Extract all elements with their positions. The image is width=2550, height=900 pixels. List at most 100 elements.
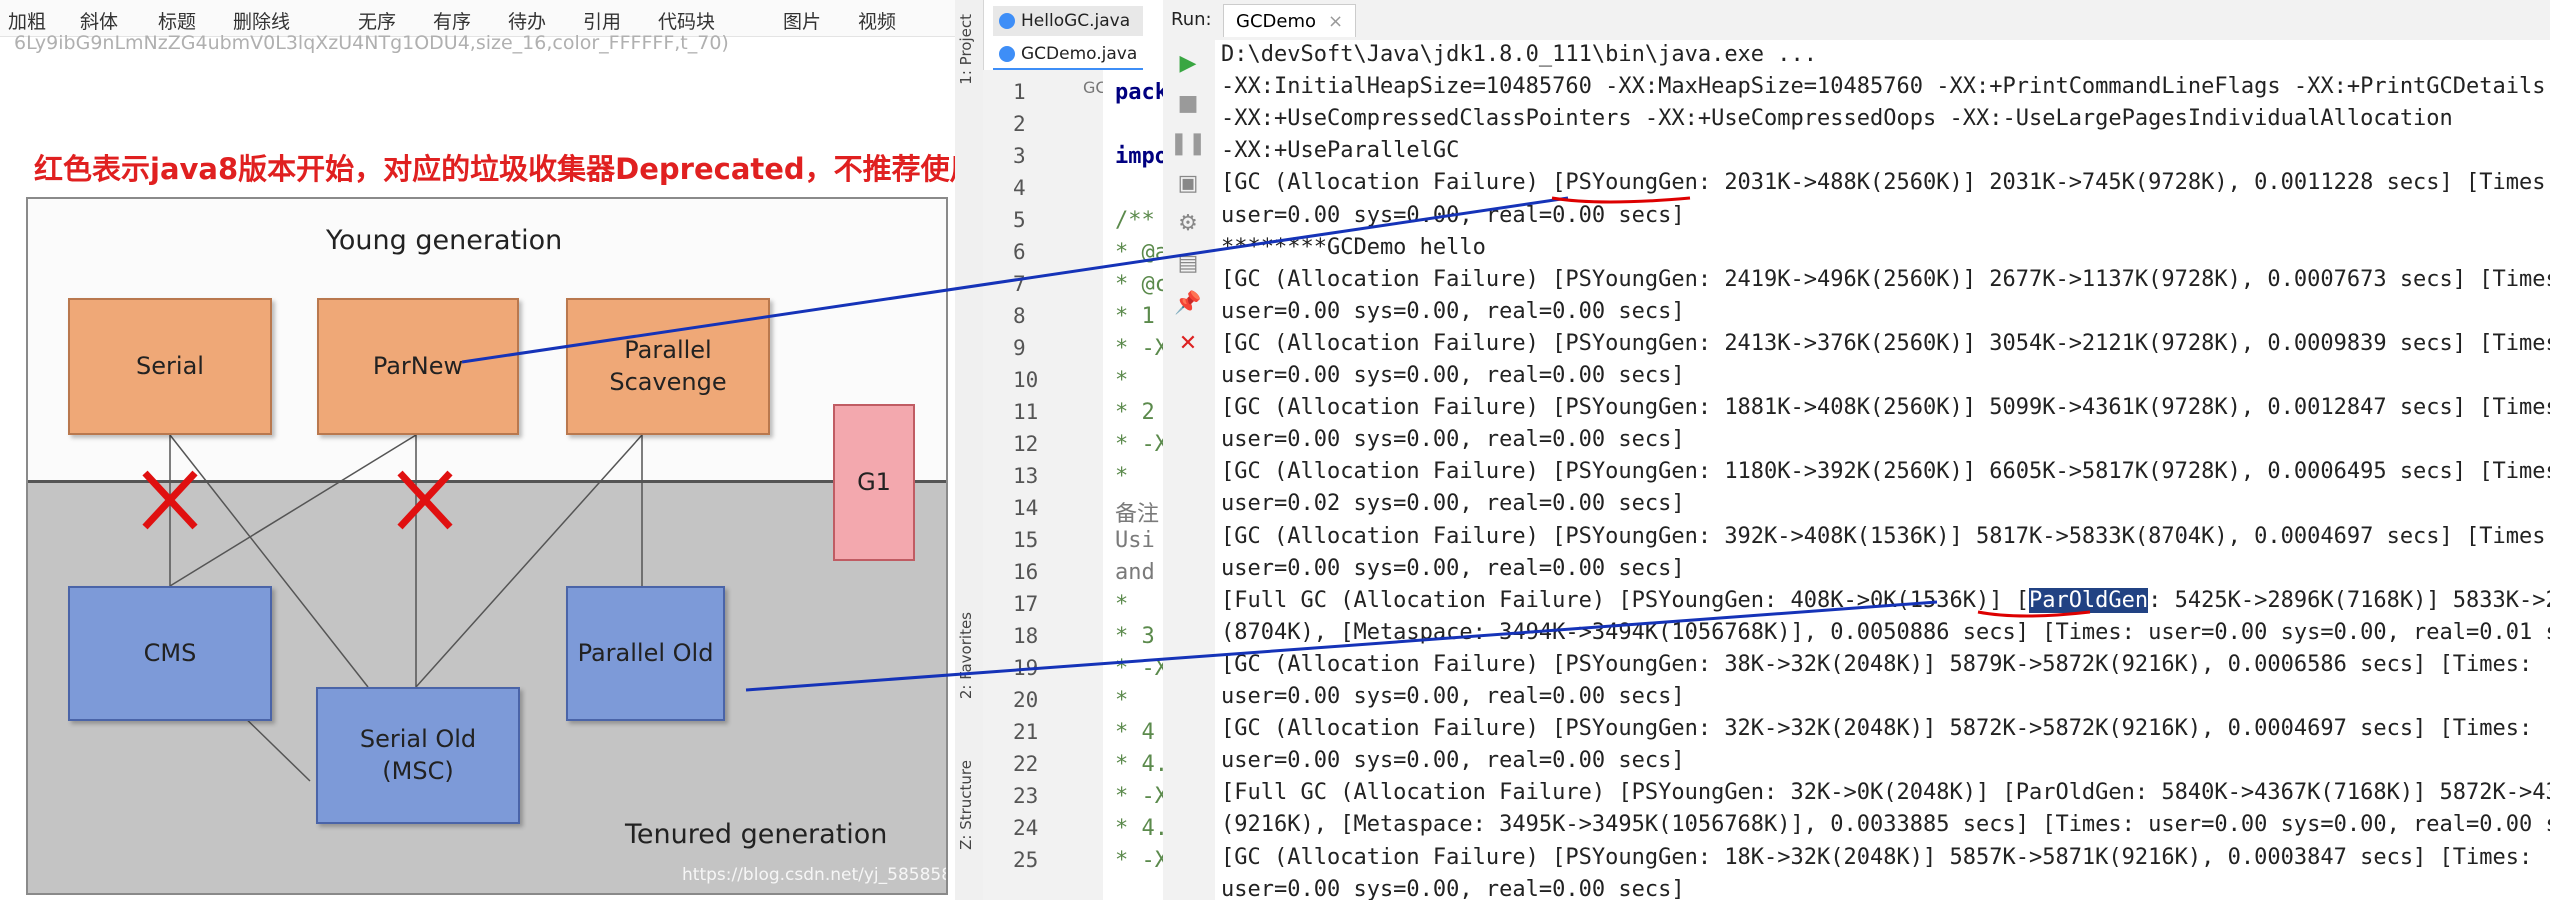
code-line: import (1115, 144, 1163, 169)
line-number: 25 (1013, 848, 1039, 872)
stop-icon[interactable]: ■ (1173, 88, 1203, 118)
line-number: 2 (1013, 112, 1026, 136)
favorites-tool-tab[interactable]: 2: Favorites (957, 612, 975, 699)
code-line: and (1115, 560, 1155, 585)
layout-icon[interactable]: ▤ (1173, 248, 1203, 278)
project-tool-tab[interactable]: 1: Project (957, 14, 975, 85)
quote-button[interactable]: 引用 (583, 7, 621, 34)
pin-icon[interactable]: 📌 (1173, 288, 1203, 318)
code-line: * 2 (1115, 400, 1155, 425)
console-line: user=0.00 sys=0.00, real=0.00 secs] (1221, 876, 1685, 900)
code-line: Usi (1115, 528, 1155, 553)
line-number: 9 (1013, 336, 1026, 360)
code-line: * @cre (1115, 272, 1163, 297)
console-line: -XX:InitialHeapSize=10485760 -XX:MaxHeap… (1221, 74, 2546, 100)
close-run-icon[interactable]: ✕ (1173, 328, 1203, 358)
line-number: 24 (1013, 816, 1039, 840)
console-output[interactable]: D:\devSoft\Java\jdk1.8.0_111\bin\java.ex… (1215, 40, 2550, 900)
unordered-list-button[interactable]: 无序 (358, 7, 396, 34)
line-number: 4 (1013, 176, 1026, 200)
run-label: Run: (1171, 9, 1212, 30)
collector-serial-old: Serial Old (MSC) (316, 687, 520, 824)
console-line: user=0.00 sys=0.00, real=0.00 secs] (1221, 363, 1685, 388)
italic-button[interactable]: 斜体 (80, 7, 118, 34)
code-line: * 4.2 (1115, 816, 1163, 841)
deprecated-note: 红色表示java8版本开始，对应的垃圾收集器Deprecated，不推荐使用。 (34, 152, 955, 186)
code-editor[interactable]: package import /** * @aut * @cre * 1 * -Xm… (1103, 70, 1163, 900)
collector-cms: CMS (68, 586, 272, 721)
console-line: user=0.00 sys=0.00, real=0.00 secs] (1221, 427, 1685, 453)
code-line: * 1 (1115, 304, 1155, 329)
code-line: * (1115, 688, 1129, 713)
tab-hellogc[interactable]: HelloGC.java (993, 6, 1143, 36)
line-number: 20 (1013, 688, 1039, 712)
console-line: ********GCDemo hello (1221, 234, 1486, 260)
console-line: user=0.00 sys=0.00, real=0.00 secs] (1221, 748, 1685, 774)
settings-icon[interactable]: ⚙ (1173, 208, 1203, 238)
code-line: * (1115, 592, 1129, 617)
video-button[interactable]: 视频 (858, 7, 896, 34)
rerun-icon[interactable]: ▶ (1173, 48, 1203, 78)
java-class-icon (999, 13, 1015, 29)
ordered-list-button[interactable]: 有序 (433, 7, 471, 34)
tab-gcdemo[interactable]: GCDemo.java (993, 40, 1143, 70)
console-line: [GC (Allocation Failure) [PSYoungGen: 24… (1221, 330, 2550, 356)
java-class-icon (999, 46, 1015, 62)
code-line: * (1115, 464, 1129, 489)
console-line: -XX:+UseCompressedClassPointers -XX:+Use… (1221, 106, 2453, 132)
console-line: [GC (Allocation Failure) [PSYoungGen: 32… (1221, 716, 2533, 742)
line-number: 17 (1013, 592, 1039, 616)
code-line: * (1115, 368, 1129, 393)
console-line: [GC (Allocation Failure) [PSYoungGen: 24… (1221, 266, 2550, 292)
console-line: [Full GC (Allocation Failure) [PSYoungGe… (1221, 780, 2550, 806)
code-line: package (1115, 80, 1163, 105)
code-line: * -Xms (1115, 848, 1163, 873)
structure-tool-tab[interactable]: Z: Structure (957, 760, 975, 850)
console-line: user=0.00 sys=0.00, real=0.00 secs] (1221, 298, 1685, 324)
line-number: 13 (1013, 464, 1039, 488)
code-line: * @aut (1115, 240, 1163, 265)
pause-icon[interactable]: ❚❚ (1170, 128, 1207, 158)
console-line: (9216K), [Metaspace: 3495K->3495K(105676… (1221, 812, 2550, 838)
console-line: [GC (Allocation Failure) [PSYoungGen: 18… (1221, 844, 2533, 870)
bold-button[interactable]: 加粗 (8, 7, 46, 34)
line-number: 22 (1013, 752, 1039, 776)
code-line: * 4.1 (1115, 752, 1163, 777)
line-number: 14 (1013, 496, 1039, 520)
selected-text-paroldgen: ParOldGen (2028, 587, 2149, 613)
console-line: user=0.00 sys=0.00, real=0.00 secs] (1221, 202, 1685, 228)
collector-parallel-scavenge: Parallel Scavenge (566, 298, 770, 435)
todo-button[interactable]: 待办 (508, 7, 546, 34)
console-line: [GC (Allocation Failure) [PSYoungGen: 20… (1221, 170, 2550, 196)
line-number: 10 (1013, 368, 1039, 392)
dump-threads-icon[interactable]: ▣ (1173, 168, 1203, 198)
image-button[interactable]: 图片 (783, 7, 821, 34)
console-line: user=0.02 sys=0.00, real=0.00 secs] (1221, 491, 1685, 517)
run-tab-gcdemo[interactable]: GCDemo × (1223, 4, 1357, 37)
heading-button[interactable]: 标题 (158, 7, 196, 34)
collector-serial: Serial (68, 298, 272, 435)
tenured-generation-label: Tenured generation (625, 819, 888, 850)
console-line: (8704K), [Metaspace: 3494K->3494K(105676… (1221, 619, 2550, 645)
line-number: 12 (1013, 432, 1039, 456)
strikethrough-button[interactable]: 删除线 (233, 7, 290, 34)
line-number: 8 (1013, 304, 1026, 328)
markdown-url-fragment: 6Ly9ibG9nLmNzZG4ubmV0L3lqXzU4NTg1ODU4,si… (14, 32, 729, 54)
code-block-button[interactable]: 代码块 (658, 7, 715, 34)
ide-window: 1: Project 2: Favorites Z: Structure Hel… (955, 0, 2550, 900)
young-generation-label: Young generation (326, 225, 563, 256)
code-line: * 3 (1115, 624, 1155, 649)
line-number: 21 (1013, 720, 1039, 744)
console-line: [GC (Allocation Failure) [PSYoungGen: 39… (1221, 523, 2550, 549)
line-number: 16 (1013, 560, 1039, 584)
console-line: [GC (Allocation Failure) [PSYoungGen: 18… (1221, 395, 2550, 421)
code-line: * -Xms (1115, 656, 1163, 681)
collector-g1: G1 (833, 404, 915, 561)
collector-parnew: ParNew (317, 298, 519, 435)
close-icon[interactable]: × (1328, 11, 1343, 32)
console-line: [GC (Allocation Failure) [PSYoungGen: 11… (1221, 459, 2550, 485)
code-line: * -Xms (1115, 432, 1163, 457)
tool-window-strip: 1: Project 2: Favorites Z: Structure (955, 0, 984, 900)
line-number: 19 (1013, 656, 1039, 680)
gc-collectors-diagram: Young generation Tenured generation Seri… (26, 197, 948, 895)
